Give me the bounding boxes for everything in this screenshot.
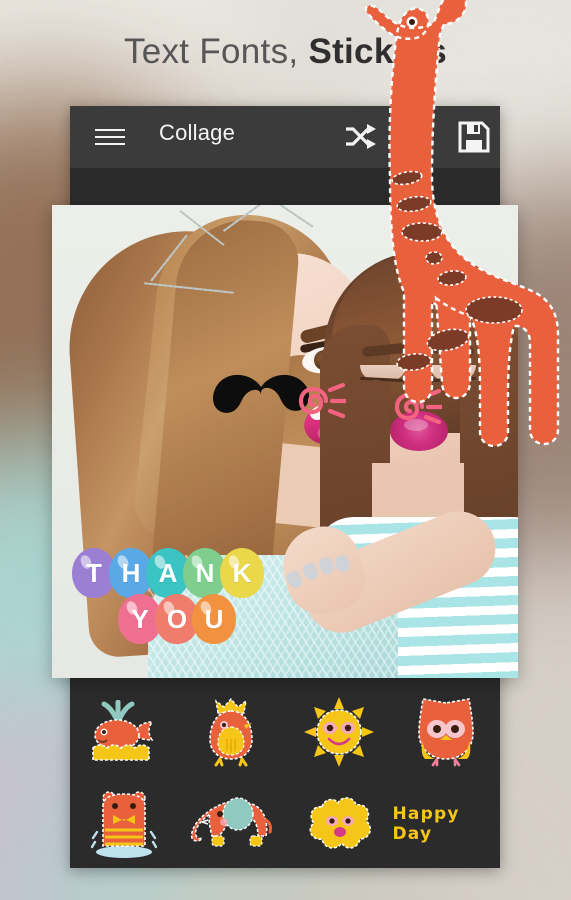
whale-icon: [86, 700, 162, 764]
elephant-icon: [188, 792, 274, 856]
balloon-letter: U: [192, 594, 236, 644]
owl-icon: [413, 697, 479, 767]
balloon-letter: K: [220, 548, 264, 598]
thank-you-balloons-sticker[interactable]: THANK YOU: [72, 548, 264, 644]
bird-sticker-button[interactable]: [178, 686, 286, 778]
page-title-light: Text Fonts,: [123, 32, 309, 71]
hippo-sticker-button[interactable]: [70, 778, 178, 870]
bird-icon: [200, 697, 262, 767]
sun-icon: [303, 697, 374, 767]
hamburger-menu-button[interactable]: [88, 123, 132, 151]
happy-day-sticker-button[interactable]: Happy Day: [393, 778, 501, 870]
sun-sticker-button[interactable]: [285, 686, 393, 778]
hippo-icon: [90, 788, 157, 860]
giraffe-sticker[interactable]: [318, 0, 570, 482]
owl-sticker-button[interactable]: [393, 686, 501, 778]
elephant-sticker-button[interactable]: [178, 778, 286, 870]
whale-sticker-button[interactable]: [70, 686, 178, 778]
hamburger-menu-icon: [95, 128, 125, 146]
sticker-tray-row: Happy Day: [70, 778, 500, 870]
toolbar-title: Collage: [159, 120, 236, 145]
sticker-tray-row: [70, 686, 500, 778]
cloud-sticker-button[interactable]: [285, 778, 393, 870]
giraffe-icon: [318, 0, 570, 486]
happy-day-label: Happy Day: [392, 804, 460, 844]
sticker-picker-tray[interactable]: Happy Day: [70, 678, 500, 868]
cloud-face-icon: [304, 795, 374, 853]
